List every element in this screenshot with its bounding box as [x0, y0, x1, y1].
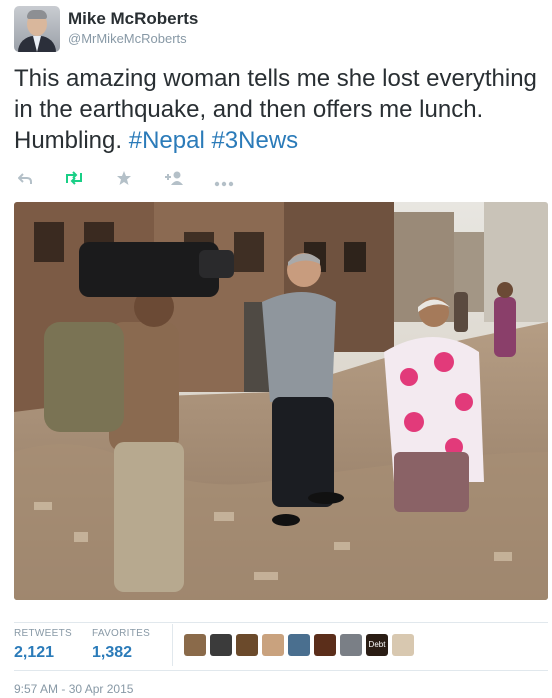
retweet-icon[interactable]: [64, 171, 84, 189]
more-icon[interactable]: [214, 174, 234, 191]
favoriter-avatar[interactable]: [288, 634, 310, 656]
retweets-label: RETWEETS: [14, 628, 72, 639]
favoriter-avatar[interactable]: [184, 634, 206, 656]
stats-top-divider: [14, 622, 548, 623]
author-avatar[interactable]: [14, 6, 60, 52]
tweet-photo[interactable]: [14, 202, 548, 600]
tweet-timestamp[interactable]: 9:57 AM - 30 Apr 2015: [14, 682, 133, 696]
favoriter-avatar[interactable]: [210, 634, 232, 656]
favoriter-avatar-label: Debt: [368, 640, 386, 649]
author-handle[interactable]: @MrMikeMcRoberts: [68, 31, 187, 46]
favorites-label: FAVORITES: [92, 628, 151, 639]
favoriter-avatar[interactable]: [314, 634, 336, 656]
tweet-text: This amazing woman tells me she lost eve…: [14, 63, 544, 156]
favoriter-avatar[interactable]: Debt: [366, 634, 388, 656]
hashtag-3news[interactable]: #3News: [211, 127, 298, 154]
star-icon[interactable]: [116, 170, 132, 190]
favorites-count[interactable]: 1,382: [92, 644, 132, 662]
stats-divider: [172, 624, 173, 666]
stats-bottom-divider: [14, 670, 548, 671]
hashtag-nepal[interactable]: #Nepal: [129, 127, 205, 154]
favoriter-avatar[interactable]: [340, 634, 362, 656]
favoriter-avatar[interactable]: [236, 634, 258, 656]
favoriter-avatar[interactable]: [392, 634, 414, 656]
favoriter-avatar[interactable]: [262, 634, 284, 656]
author-name[interactable]: Mike McRoberts: [68, 9, 198, 29]
retweets-count[interactable]: 2,121: [14, 644, 54, 662]
follow-icon[interactable]: [164, 170, 184, 190]
reply-icon[interactable]: [17, 172, 32, 189]
